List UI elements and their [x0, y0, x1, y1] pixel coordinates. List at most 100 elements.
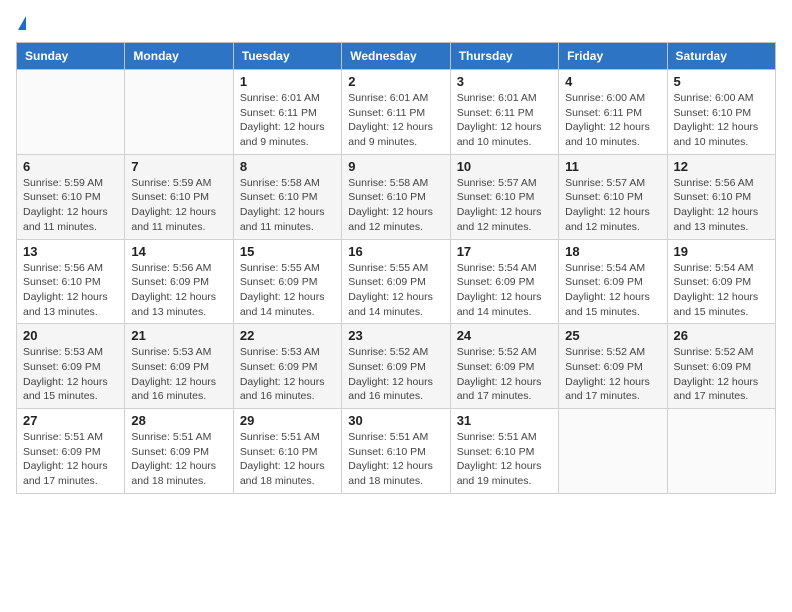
calendar-cell: 13 Sunrise: 5:56 AM Sunset: 6:10 PM Dayli…	[17, 239, 125, 324]
calendar-cell: 2 Sunrise: 6:01 AM Sunset: 6:11 PM Daylig…	[342, 70, 450, 155]
day-info: Sunrise: 5:55 AM Sunset: 6:09 PM Dayligh…	[240, 261, 335, 320]
day-info: Sunrise: 5:56 AM Sunset: 6:10 PM Dayligh…	[23, 261, 118, 320]
weekday-header-thursday: Thursday	[450, 43, 558, 70]
day-number: 6	[23, 159, 118, 174]
day-number: 7	[131, 159, 226, 174]
calendar-cell: 1 Sunrise: 6:01 AM Sunset: 6:11 PM Daylig…	[233, 70, 341, 155]
calendar-cell: 12Sunrise: 5:56 AM Sunset: 6:10 PM Dayli…	[667, 154, 775, 239]
day-number: 30	[348, 413, 443, 428]
weekday-header-row: SundayMondayTuesdayWednesdayThursdayFrid…	[17, 43, 776, 70]
day-number: 27	[23, 413, 118, 428]
day-number: 14	[131, 244, 226, 259]
weekday-header-sunday: Sunday	[17, 43, 125, 70]
calendar-cell: 30 Sunrise: 5:51 AM Sunset: 6:10 PM Dayli…	[342, 409, 450, 494]
day-number: 18	[565, 244, 660, 259]
calendar-cell: 22 Sunrise: 5:53 AM Sunset: 6:09 PM Dayli…	[233, 324, 341, 409]
calendar-cell: 23 Sunrise: 5:52 AM Sunset: 6:09 PM Dayli…	[342, 324, 450, 409]
logo-triangle-icon	[18, 16, 26, 30]
calendar-cell: 29 Sunrise: 5:51 AM Sunset: 6:10 PM Dayli…	[233, 409, 341, 494]
calendar-cell: 14 Sunrise: 5:56 AM Sunset: 6:09 PM Dayli…	[125, 239, 233, 324]
calendar-cell: 18 Sunrise: 5:54 AM Sunset: 6:09 PM Dayli…	[559, 239, 667, 324]
weekday-header-monday: Monday	[125, 43, 233, 70]
day-number: 24	[457, 328, 552, 343]
day-info: Sunrise: 5:53 AM Sunset: 6:09 PM Dayligh…	[240, 345, 335, 404]
day-number: 16	[348, 244, 443, 259]
day-number: 8	[240, 159, 335, 174]
day-info: Sunrise: 5:59 AM Sunset: 6:10 PM Dayligh…	[23, 176, 118, 235]
calendar-cell: 9 Sunrise: 5:58 AM Sunset: 6:10 PM Daylig…	[342, 154, 450, 239]
day-number: 1	[240, 74, 335, 89]
weekday-header-saturday: Saturday	[667, 43, 775, 70]
calendar-cell: 4 Sunrise: 6:00 AM Sunset: 6:11 PM Daylig…	[559, 70, 667, 155]
day-info: Sunrise: 6:01 AM Sunset: 6:11 PM Dayligh…	[348, 91, 443, 150]
calendar-cell: 15 Sunrise: 5:55 AM Sunset: 6:09 PM Dayli…	[233, 239, 341, 324]
day-number: 9	[348, 159, 443, 174]
calendar-cell: 31 Sunrise: 5:51 AM Sunset: 6:10 PM Dayli…	[450, 409, 558, 494]
calendar-cell	[125, 70, 233, 155]
header	[16, 16, 776, 30]
calendar-table: SundayMondayTuesdayWednesdayThursdayFrid…	[16, 42, 776, 494]
day-info: Sunrise: 5:52 AM Sunset: 6:09 PM Dayligh…	[348, 345, 443, 404]
day-info: Sunrise: 5:51 AM Sunset: 6:10 PM Dayligh…	[240, 430, 335, 489]
calendar-cell	[667, 409, 775, 494]
day-number: 21	[131, 328, 226, 343]
day-info: Sunrise: 6:00 AM Sunset: 6:10 PM Dayligh…	[674, 91, 769, 150]
day-info: Sunrise: 5:53 AM Sunset: 6:09 PM Dayligh…	[23, 345, 118, 404]
day-info: Sunrise: 5:52 AM Sunset: 6:09 PM Dayligh…	[674, 345, 769, 404]
day-info: Sunrise: 5:53 AM Sunset: 6:09 PM Dayligh…	[131, 345, 226, 404]
calendar-cell: 8 Sunrise: 5:58 AM Sunset: 6:10 PM Daylig…	[233, 154, 341, 239]
calendar-cell: 10Sunrise: 5:57 AM Sunset: 6:10 PM Dayli…	[450, 154, 558, 239]
logo	[16, 16, 26, 30]
calendar-cell: 5 Sunrise: 6:00 AM Sunset: 6:10 PM Daylig…	[667, 70, 775, 155]
day-number: 4	[565, 74, 660, 89]
day-number: 22	[240, 328, 335, 343]
calendar-cell: 28Sunrise: 5:51 AM Sunset: 6:09 PM Dayli…	[125, 409, 233, 494]
week-row-1: 1 Sunrise: 6:01 AM Sunset: 6:11 PM Daylig…	[17, 70, 776, 155]
day-info: Sunrise: 5:57 AM Sunset: 6:10 PM Dayligh…	[565, 176, 660, 235]
day-info: Sunrise: 6:01 AM Sunset: 6:11 PM Dayligh…	[457, 91, 552, 150]
day-info: Sunrise: 5:55 AM Sunset: 6:09 PM Dayligh…	[348, 261, 443, 320]
day-info: Sunrise: 5:51 AM Sunset: 6:10 PM Dayligh…	[457, 430, 552, 489]
day-number: 3	[457, 74, 552, 89]
day-number: 20	[23, 328, 118, 343]
day-info: Sunrise: 5:58 AM Sunset: 6:10 PM Dayligh…	[240, 176, 335, 235]
day-info: Sunrise: 5:59 AM Sunset: 6:10 PM Dayligh…	[131, 176, 226, 235]
weekday-header-friday: Friday	[559, 43, 667, 70]
day-info: Sunrise: 5:52 AM Sunset: 6:09 PM Dayligh…	[457, 345, 552, 404]
day-info: Sunrise: 5:54 AM Sunset: 6:09 PM Dayligh…	[565, 261, 660, 320]
day-info: Sunrise: 5:51 AM Sunset: 6:09 PM Dayligh…	[23, 430, 118, 489]
weekday-header-wednesday: Wednesday	[342, 43, 450, 70]
calendar-cell: 6 Sunrise: 5:59 AM Sunset: 6:10 PM Daylig…	[17, 154, 125, 239]
day-number: 25	[565, 328, 660, 343]
day-number: 29	[240, 413, 335, 428]
day-number: 15	[240, 244, 335, 259]
weekday-header-tuesday: Tuesday	[233, 43, 341, 70]
calendar-cell: 20 Sunrise: 5:53 AM Sunset: 6:09 PM Dayli…	[17, 324, 125, 409]
calendar-cell: 7 Sunrise: 5:59 AM Sunset: 6:10 PM Daylig…	[125, 154, 233, 239]
calendar-cell: 25Sunrise: 5:52 AM Sunset: 6:09 PM Dayli…	[559, 324, 667, 409]
day-number: 17	[457, 244, 552, 259]
calendar-cell: 3 Sunrise: 6:01 AM Sunset: 6:11 PM Daylig…	[450, 70, 558, 155]
day-info: Sunrise: 5:58 AM Sunset: 6:10 PM Dayligh…	[348, 176, 443, 235]
day-info: Sunrise: 5:56 AM Sunset: 6:09 PM Dayligh…	[131, 261, 226, 320]
day-info: Sunrise: 6:01 AM Sunset: 6:11 PM Dayligh…	[240, 91, 335, 150]
day-info: Sunrise: 5:54 AM Sunset: 6:09 PM Dayligh…	[457, 261, 552, 320]
day-number: 19	[674, 244, 769, 259]
day-number: 23	[348, 328, 443, 343]
week-row-5: 27 Sunrise: 5:51 AM Sunset: 6:09 PM Dayli…	[17, 409, 776, 494]
day-number: 10	[457, 159, 552, 174]
day-number: 11	[565, 159, 660, 174]
calendar-cell: 19Sunrise: 5:54 AM Sunset: 6:09 PM Dayli…	[667, 239, 775, 324]
day-number: 31	[457, 413, 552, 428]
week-row-4: 20 Sunrise: 5:53 AM Sunset: 6:09 PM Dayli…	[17, 324, 776, 409]
calendar-cell: 21 Sunrise: 5:53 AM Sunset: 6:09 PM Dayli…	[125, 324, 233, 409]
day-info: Sunrise: 5:51 AM Sunset: 6:10 PM Dayligh…	[348, 430, 443, 489]
week-row-3: 13 Sunrise: 5:56 AM Sunset: 6:10 PM Dayli…	[17, 239, 776, 324]
day-info: Sunrise: 5:51 AM Sunset: 6:09 PM Dayligh…	[131, 430, 226, 489]
calendar-cell: 17 Sunrise: 5:54 AM Sunset: 6:09 PM Dayli…	[450, 239, 558, 324]
day-info: Sunrise: 6:00 AM Sunset: 6:11 PM Dayligh…	[565, 91, 660, 150]
day-number: 13	[23, 244, 118, 259]
day-number: 2	[348, 74, 443, 89]
calendar-cell: 27 Sunrise: 5:51 AM Sunset: 6:09 PM Dayli…	[17, 409, 125, 494]
day-number: 5	[674, 74, 769, 89]
